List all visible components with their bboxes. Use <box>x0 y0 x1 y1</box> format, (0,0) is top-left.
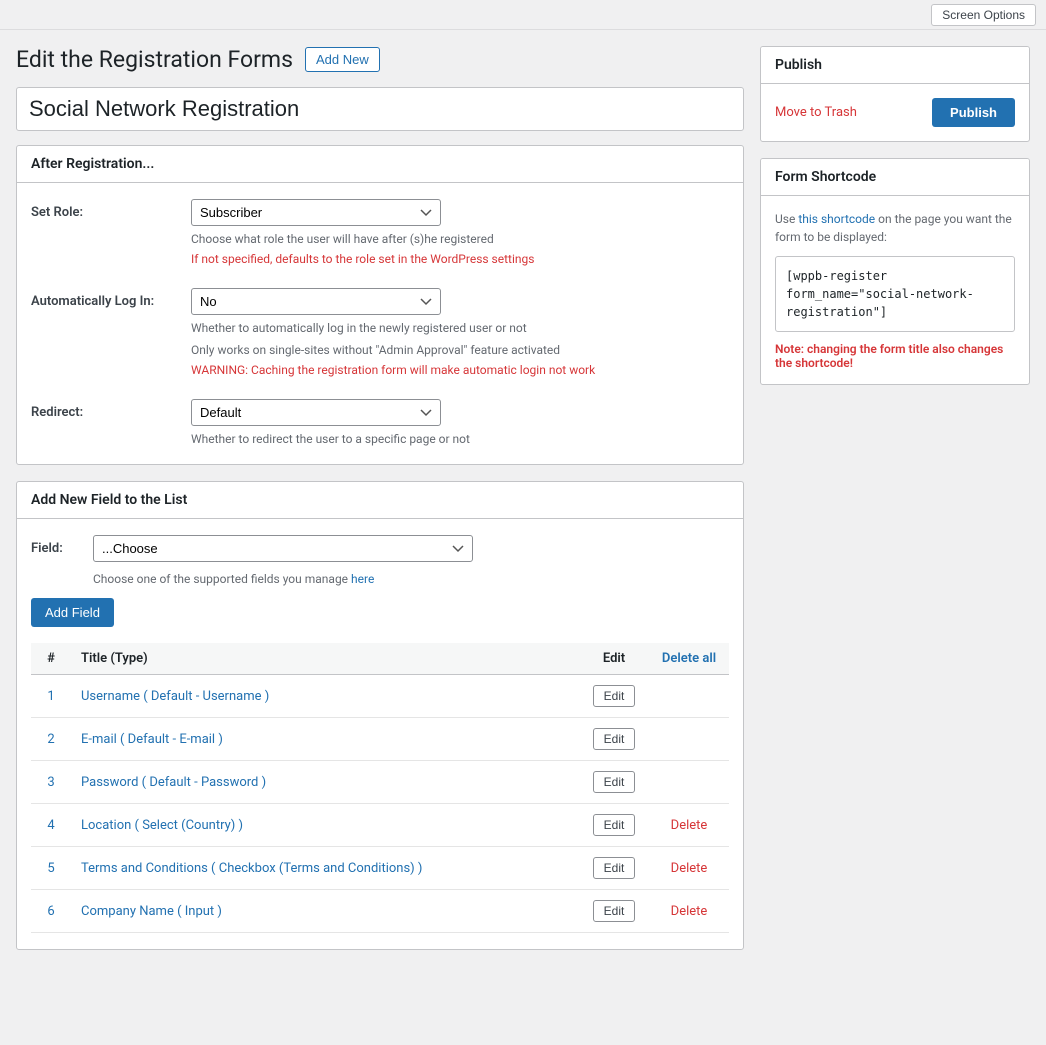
redirect-control: Default Whether to redirect the user to … <box>191 399 729 448</box>
row-edit-cell: Edit <box>579 890 649 933</box>
page-title: Edit the Registration Forms <box>16 46 293 73</box>
row-edit-cell: Edit <box>579 804 649 847</box>
row-delete-cell: Delete <box>649 890 729 933</box>
publish-panel-body: Move to Trash Publish <box>761 84 1029 141</box>
row-delete-cell <box>649 761 729 804</box>
top-bar: Screen Options <box>0 0 1046 30</box>
row-title: Username ( Default - Username ) <box>71 675 579 718</box>
row-delete-cell: Delete <box>649 847 729 890</box>
row-edit-cell: Edit <box>579 675 649 718</box>
row-title: E-mail ( Default - E-mail ) <box>71 718 579 761</box>
row-edit-cell: Edit <box>579 847 649 890</box>
fields-table: # Title (Type) Edit Delete all 1Username… <box>31 643 729 933</box>
redirect-select[interactable]: Default <box>191 399 441 426</box>
shortcode-panel-header: Form Shortcode <box>761 159 1029 196</box>
field-hint: Choose one of the supported fields you m… <box>93 572 729 586</box>
row-delete-cell: Delete <box>649 804 729 847</box>
screen-options-button[interactable]: Screen Options <box>931 4 1036 26</box>
page-title-row: Edit the Registration Forms Add New <box>16 46 744 73</box>
auto-login-hint2: Only works on single-sites without "Admi… <box>191 341 729 359</box>
table-row: 5Terms and Conditions ( Checkbox (Terms … <box>31 847 729 890</box>
col-edit-header: Edit <box>579 643 649 675</box>
add-new-button[interactable]: Add New <box>305 47 380 72</box>
set-role-control: Subscriber Editor Administrator Author C… <box>191 199 729 268</box>
left-column: Edit the Registration Forms Add New Afte… <box>16 46 744 966</box>
redirect-hint: Whether to redirect the user to a specif… <box>191 430 729 448</box>
table-header-row: # Title (Type) Edit Delete all <box>31 643 729 675</box>
col-hash-header: # <box>31 643 71 675</box>
row-title: Company Name ( Input ) <box>71 890 579 933</box>
edit-button[interactable]: Edit <box>593 857 636 879</box>
publish-panel: Publish Move to Trash Publish <box>760 46 1030 142</box>
col-delete-all-header[interactable]: Delete all <box>649 643 729 675</box>
shortcode-note: Note: changing the form title also chang… <box>775 342 1015 370</box>
row-delete-cell <box>649 718 729 761</box>
publish-button[interactable]: Publish <box>932 98 1015 127</box>
table-row: 6Company Name ( Input ) Edit Delete <box>31 890 729 933</box>
field-hint-link[interactable]: here <box>351 572 374 586</box>
row-title: Terms and Conditions ( Checkbox (Terms a… <box>71 847 579 890</box>
set-role-select[interactable]: Subscriber Editor Administrator Author C… <box>191 199 441 226</box>
after-registration-card: After Registration... Set Role: Subscrib… <box>16 145 744 465</box>
publish-actions: Move to Trash Publish <box>775 98 1015 127</box>
field-select-row: Field: ...Choose <box>31 535 729 562</box>
add-field-button[interactable]: Add Field <box>31 598 114 627</box>
row-number: 6 <box>31 890 71 933</box>
row-number: 1 <box>31 675 71 718</box>
set-role-hint2: If not specified, defaults to the role s… <box>191 250 729 268</box>
table-row: 4Location ( Select (Country) ) Edit Delete <box>31 804 729 847</box>
after-registration-body: Set Role: Subscriber Editor Administrato… <box>17 183 743 464</box>
auto-login-row: Automatically Log In: No Yes Whether to … <box>31 288 729 379</box>
shortcode-this-link[interactable]: this shortcode <box>798 212 875 226</box>
row-number: 4 <box>31 804 71 847</box>
delete-link[interactable]: Delete <box>671 861 708 876</box>
edit-button[interactable]: Edit <box>593 814 636 836</box>
row-delete-cell <box>649 675 729 718</box>
move-to-trash-link[interactable]: Move to Trash <box>775 105 857 120</box>
auto-login-hint1: Whether to automatically log in the newl… <box>191 319 729 337</box>
redirect-label: Redirect: <box>31 399 191 420</box>
add-field-header: Add New Field to the List <box>17 482 743 519</box>
set-role-label: Set Role: <box>31 199 191 220</box>
auto-login-hint3: WARNING: Caching the registration form w… <box>191 361 729 379</box>
table-row: 2E-mail ( Default - E-mail ) Edit <box>31 718 729 761</box>
redirect-row: Redirect: Default Whether to redirect th… <box>31 399 729 448</box>
shortcode-box: [wppb-register form_name="social-network… <box>775 256 1015 332</box>
col-title-header: Title (Type) <box>71 643 579 675</box>
table-row: 3Password ( Default - Password ) Edit <box>31 761 729 804</box>
auto-login-select[interactable]: No Yes <box>191 288 441 315</box>
edit-button[interactable]: Edit <box>593 900 636 922</box>
note-label: Note: <box>775 342 804 356</box>
shortcode-description: Use this shortcode on the page you want … <box>775 210 1015 246</box>
set-role-row: Set Role: Subscriber Editor Administrato… <box>31 199 729 268</box>
row-number: 2 <box>31 718 71 761</box>
auto-login-control: No Yes Whether to automatically log in t… <box>191 288 729 379</box>
publish-panel-header: Publish <box>761 47 1029 84</box>
edit-button[interactable]: Edit <box>593 771 636 793</box>
row-edit-cell: Edit <box>579 761 649 804</box>
shortcode-panel: Form Shortcode Use this shortcode on the… <box>760 158 1030 385</box>
add-field-body: Field: ...Choose Choose one of the suppo… <box>17 519 743 949</box>
field-choose-select[interactable]: ...Choose <box>93 535 473 562</box>
auto-login-label: Automatically Log In: <box>31 288 191 309</box>
form-title-input[interactable] <box>16 87 744 131</box>
set-role-hint1: Choose what role the user will have afte… <box>191 230 729 248</box>
table-row: 1Username ( Default - Username ) Edit <box>31 675 729 718</box>
edit-button[interactable]: Edit <box>593 728 636 750</box>
row-title: Location ( Select (Country) ) <box>71 804 579 847</box>
row-number: 3 <box>31 761 71 804</box>
shortcode-panel-body: Use this shortcode on the page you want … <box>761 196 1029 384</box>
add-field-card: Add New Field to the List Field: ...Choo… <box>16 481 744 950</box>
row-edit-cell: Edit <box>579 718 649 761</box>
edit-button[interactable]: Edit <box>593 685 636 707</box>
field-label: Field: <box>31 541 81 556</box>
after-registration-header: After Registration... <box>17 146 743 183</box>
row-title: Password ( Default - Password ) <box>71 761 579 804</box>
row-number: 5 <box>31 847 71 890</box>
delete-link[interactable]: Delete <box>671 904 708 919</box>
delete-link[interactable]: Delete <box>671 818 708 833</box>
right-column: Publish Move to Trash Publish Form Short… <box>760 46 1030 966</box>
